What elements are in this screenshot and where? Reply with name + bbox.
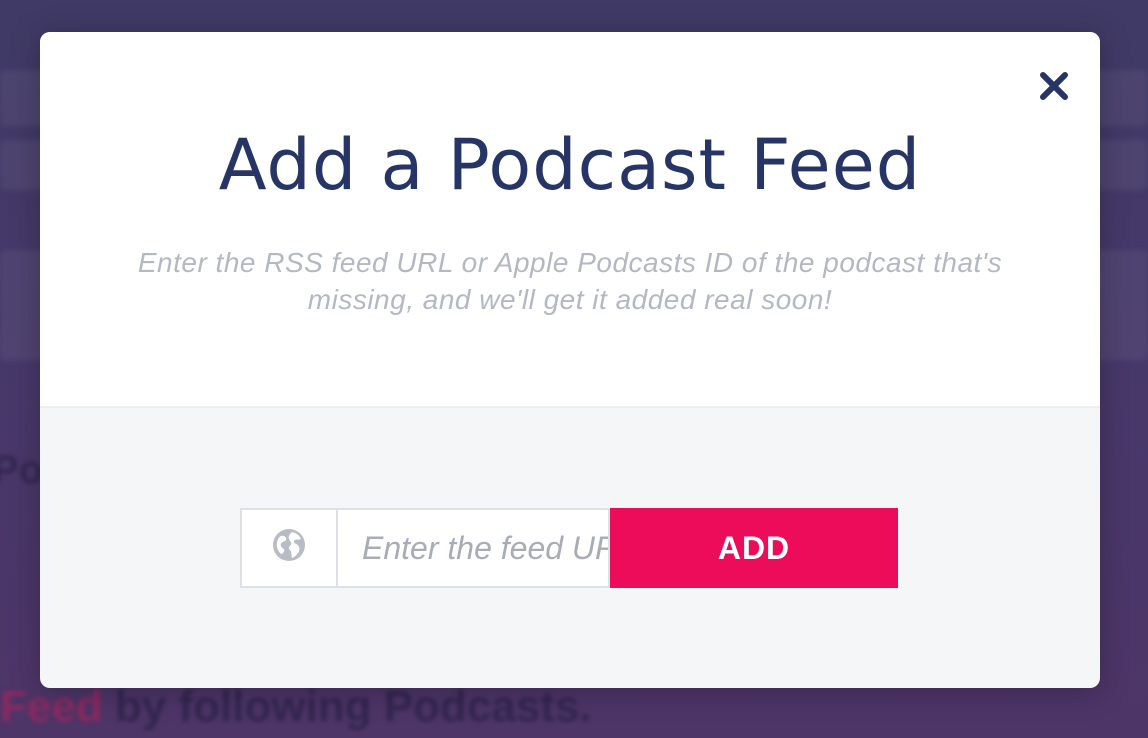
globe-icon xyxy=(273,529,305,561)
feed-url-input[interactable] xyxy=(336,508,610,588)
add-button[interactable]: ADD xyxy=(610,508,898,588)
background-headline: Feed by following Podcasts. xyxy=(0,682,592,731)
modal-subtitle: Enter the RSS feed URL or Apple Podcasts… xyxy=(137,247,1003,315)
background-heading-fragment: Po xyxy=(0,448,44,492)
add-feed-form: ADD xyxy=(240,508,898,588)
add-podcast-modal: Add a Podcast Feed Enter the RSS feed UR… xyxy=(40,32,1100,688)
modal-title: Add a Podcast Feed xyxy=(218,124,922,206)
modal-header: Add a Podcast Feed Enter the RSS feed UR… xyxy=(40,32,1100,408)
globe-icon-box xyxy=(240,508,336,588)
close-button[interactable] xyxy=(1038,70,1070,102)
close-icon[interactable] xyxy=(1039,71,1069,101)
